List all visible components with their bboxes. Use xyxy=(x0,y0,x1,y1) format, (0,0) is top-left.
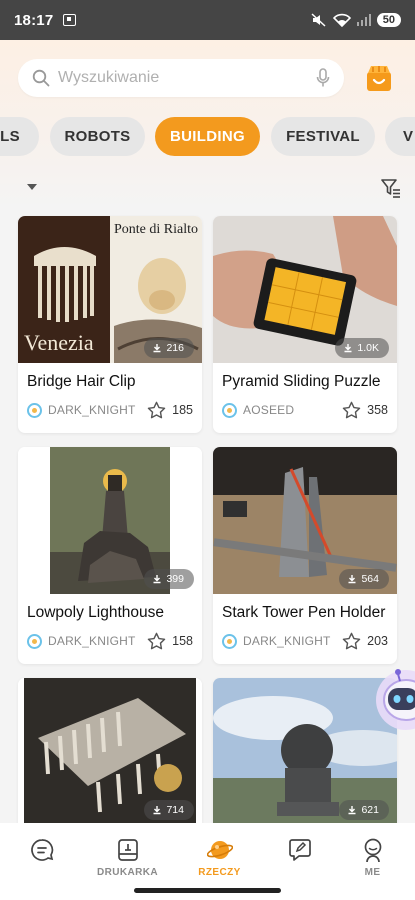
nav-label: DRUKARKA xyxy=(97,867,158,878)
model-meta: AOSEED 358 xyxy=(222,401,388,419)
model-card[interactable]: 564 Stark Tower Pen Holder DARK_KNIGHT 2… xyxy=(213,447,397,664)
status-bar: 18:17 50 xyxy=(0,0,415,40)
model-thumbnail[interactable]: 399 xyxy=(18,447,202,594)
like-count: 203 xyxy=(367,634,388,648)
download-icon xyxy=(348,806,356,815)
author-name[interactable]: DARK_KNIGHT xyxy=(48,403,136,417)
microphone-icon[interactable] xyxy=(316,68,330,88)
model-thumbnail[interactable]: Ponte di Rialto Venezia 216 xyxy=(18,216,202,363)
nav-item-rzeczy[interactable]: RZECZY xyxy=(178,823,261,883)
model-meta: DARK_KNIGHT 185 xyxy=(27,401,193,419)
wifi-icon xyxy=(332,13,351,27)
author-avatar[interactable] xyxy=(222,402,237,418)
category-tabs: ALS ROBOTS BUILDING FESTIVAL V xyxy=(0,117,415,157)
model-card[interactable]: 1.0K Pyramid Sliding Puzzle AOSEED 358 xyxy=(213,216,397,433)
chat-icon xyxy=(30,839,53,861)
star-icon[interactable] xyxy=(342,401,361,419)
model-meta: DARK_KNIGHT 203 xyxy=(222,632,388,650)
mute-icon xyxy=(311,13,326,27)
nav-item-drukarka[interactable]: DRUKARKA xyxy=(86,823,169,883)
model-thumbnail[interactable]: 714 xyxy=(18,678,202,825)
download-icon xyxy=(153,806,161,815)
like-count: 158 xyxy=(172,634,193,648)
download-icon xyxy=(348,575,356,584)
planet-icon xyxy=(206,841,233,859)
model-title[interactable]: Bridge Hair Clip xyxy=(27,373,136,391)
download-icon xyxy=(153,344,161,353)
author-avatar[interactable] xyxy=(222,633,237,649)
star-icon[interactable] xyxy=(342,632,361,650)
download-count: 1.0K xyxy=(357,342,379,354)
download-count-badge: 714 xyxy=(144,800,194,820)
battery-indicator: 50 xyxy=(376,13,401,27)
model-thumbnail[interactable]: 564 xyxy=(213,447,397,594)
category-chip-festival[interactable]: FESTIVAL xyxy=(271,117,375,156)
model-title[interactable]: Pyramid Sliding Puzzle xyxy=(222,373,381,391)
assistant-robot-icon[interactable] xyxy=(374,664,415,736)
download-count-badge: 621 xyxy=(339,800,389,820)
download-count: 714 xyxy=(166,804,184,816)
home-handle[interactable] xyxy=(134,888,281,893)
model-title[interactable]: Stark Tower Pen Holder xyxy=(222,604,385,622)
model-card[interactable]: 399 Lowpoly Lighthouse DARK_KNIGHT 158 xyxy=(18,447,202,664)
search-icon xyxy=(32,69,50,87)
download-count: 216 xyxy=(166,342,184,354)
nav-item-me[interactable]: ME xyxy=(331,823,414,883)
model-title[interactable]: Lowpoly Lighthouse xyxy=(27,604,164,622)
author-name[interactable]: DARK_KNIGHT xyxy=(243,634,331,648)
image-caption-right: Ponte di Rialto xyxy=(114,222,198,237)
status-time: 18:17 xyxy=(14,11,54,29)
model-meta: DARK_KNIGHT 158 xyxy=(27,632,193,650)
nav-label: ME xyxy=(364,867,381,878)
category-chip-robots[interactable]: ROBOTS xyxy=(50,117,145,156)
category-chip-building[interactable]: BUILDING xyxy=(155,117,260,156)
sort-row xyxy=(0,172,415,202)
author-name[interactable]: DARK_KNIGHT xyxy=(48,634,136,648)
model-thumbnail[interactable]: 621 xyxy=(213,678,397,825)
nav-item-compose[interactable] xyxy=(258,823,341,883)
system-navigation-bar xyxy=(0,883,415,900)
author-name[interactable]: AOSEED xyxy=(243,403,294,417)
download-count-badge: 1.0K xyxy=(335,338,389,358)
profile-icon xyxy=(364,838,381,863)
image-caption-left: Venezia xyxy=(24,330,94,355)
category-chip-v[interactable]: V xyxy=(385,117,415,156)
download-icon xyxy=(344,344,352,353)
download-count-badge: 564 xyxy=(339,569,389,589)
download-count: 399 xyxy=(166,573,184,585)
download-count-badge: 216 xyxy=(144,338,194,358)
nav-item-messages[interactable] xyxy=(0,823,83,883)
download-icon xyxy=(153,575,161,584)
sort-dropdown-icon[interactable] xyxy=(27,184,37,190)
like-count: 185 xyxy=(172,403,193,417)
shop-icon[interactable] xyxy=(364,63,394,93)
model-thumbnail[interactable]: 1.0K xyxy=(213,216,397,363)
printer-icon xyxy=(117,839,138,861)
like-count: 358 xyxy=(367,403,388,417)
download-count-badge: 399 xyxy=(144,569,194,589)
star-icon[interactable] xyxy=(147,401,166,419)
status-icons: 50 xyxy=(311,13,401,27)
model-card[interactable]: Ponte di Rialto Venezia 216 Bridge Hair … xyxy=(18,216,202,433)
compose-icon xyxy=(288,839,311,861)
nav-label: RZECZY xyxy=(198,867,241,878)
search-input[interactable]: Wyszukiwanie xyxy=(58,69,316,87)
star-icon[interactable] xyxy=(147,632,166,650)
filter-icon[interactable] xyxy=(380,177,402,199)
category-chip-als[interactable]: ALS xyxy=(0,117,39,156)
download-count: 621 xyxy=(361,804,379,816)
search-bar[interactable]: Wyszukiwanie xyxy=(18,59,344,97)
screenshot-icon xyxy=(63,14,77,26)
author-avatar[interactable] xyxy=(27,633,42,649)
author-avatar[interactable] xyxy=(27,402,42,418)
signal-icon xyxy=(356,14,371,26)
download-count: 564 xyxy=(361,573,379,585)
bottom-navigation: DRUKARKA RZECZY ME xyxy=(0,823,415,883)
